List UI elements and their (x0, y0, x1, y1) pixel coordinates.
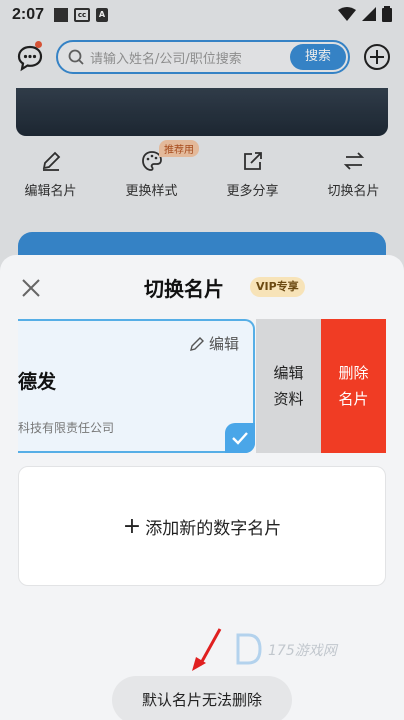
add-digital-card-button[interactable]: + 添加新的数字名片 (18, 466, 386, 586)
delete-line1: 删除 (338, 364, 369, 382)
card-company: 科技有限责任公司 (18, 421, 115, 435)
svg-text:175游戏网: 175游戏网 (268, 643, 339, 659)
arrow-icon (192, 628, 222, 671)
edit-profile-button[interactable]: 编辑 资料 (256, 319, 321, 453)
delete-card-button[interactable]: 删除 名片 (321, 319, 386, 453)
card-name: 德发 (18, 371, 57, 393)
switch-card-sheet: 切换名片 VIP专享 编辑 德发 科技有限责任公司 编辑 资料 删除 名片 + … (0, 255, 404, 720)
add-card-label: 添加新的数字名片 (145, 518, 282, 539)
card-edit-label: 编辑 (208, 335, 239, 353)
card-edit-button[interactable]: 编辑 (189, 333, 239, 354)
sheet-title: 切换名片 (144, 277, 224, 301)
selected-check (225, 423, 255, 453)
business-card-item[interactable]: 编辑 德发 科技有限责任公司 (18, 319, 255, 453)
delete-line2: 名片 (338, 390, 369, 408)
pencil-icon (190, 336, 204, 351)
edit-profile-line1: 编辑 (273, 364, 304, 382)
sheet-title-row: 切换名片 (0, 273, 404, 302)
edit-profile-line2: 资料 (273, 390, 304, 408)
checkmark-icon (232, 432, 248, 445)
site-watermark-logo: 175游戏网 (236, 633, 339, 665)
vip-badge: VIP专享 (250, 277, 305, 297)
plus-icon: + (122, 513, 142, 539)
toast-message: 默认名片无法删除 (112, 676, 292, 720)
